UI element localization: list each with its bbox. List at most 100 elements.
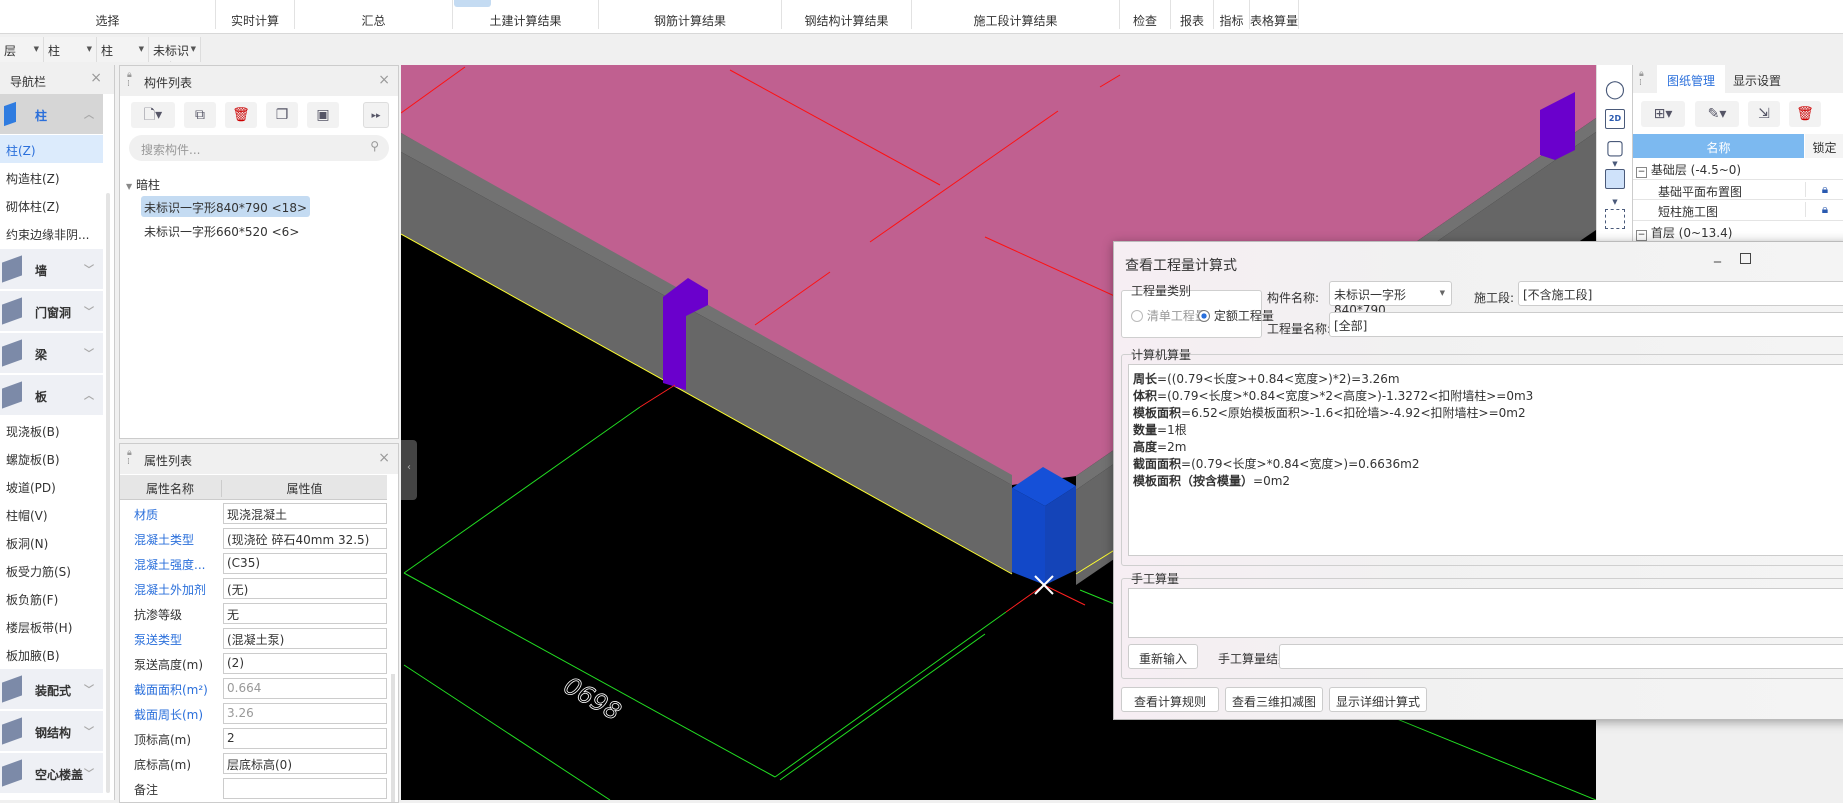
- ribbon-group-check[interactable]: 检查: [1120, 0, 1171, 29]
- tree-node-floor[interactable]: − 基础层 (-4.5~0): [1636, 161, 1741, 178]
- property-value[interactable]: (C35): [223, 553, 387, 574]
- formula-text-area[interactable]: 周长=((0.79<长度>+0.84<宽度>)*2)=3.26m 体积=(0.79…: [1128, 364, 1843, 556]
- copy-icon[interactable]: ⧉: [184, 102, 216, 128]
- 2d-view-button[interactable]: 2D: [1605, 109, 1625, 129]
- ribbon-group-table-calc[interactable]: 表格算量: [1250, 0, 1299, 29]
- ribbon-group-summary[interactable]: 汇总: [295, 0, 453, 29]
- property-row[interactable]: 泵送类型 (混凝土泵): [120, 626, 387, 651]
- ribbon-group-realtime-calc[interactable]: 实时计算: [216, 0, 295, 29]
- property-value[interactable]: (2): [223, 653, 387, 674]
- manual-result-field[interactable]: [1279, 644, 1843, 669]
- ribbon-group-rebar-results[interactable]: 钢筋计算结果: [599, 0, 782, 29]
- close-icon[interactable]: ×: [378, 72, 390, 88]
- more-icon[interactable]: ▸▸: [363, 102, 389, 128]
- save-template-icon[interactable]: ▣: [307, 102, 339, 128]
- import-drawing-icon[interactable]: ⇲: [1748, 101, 1780, 127]
- nav-category-wall[interactable]: 墙 ﹀: [0, 249, 103, 289]
- view-3d-deduction-button[interactable]: 查看三维扣减图: [1225, 687, 1323, 712]
- 3d-box-icon[interactable]: ▢: [1599, 135, 1631, 159]
- property-value[interactable]: 3.26: [223, 703, 387, 724]
- nav-item-constructional-column[interactable]: 构造柱(Z): [0, 163, 103, 191]
- tree-group-hidden-column[interactable]: ▼ 暗柱: [126, 176, 160, 193]
- property-row[interactable]: 抗渗等级 无: [120, 601, 387, 626]
- nav-item-masonry-column[interactable]: 砌体柱(Z): [0, 191, 103, 219]
- collapse-icon[interactable]: −: [1636, 167, 1647, 178]
- orbit-icon[interactable]: ◯: [1599, 79, 1631, 100]
- property-value[interactable]: (混凝土泵): [223, 628, 387, 649]
- 3d-solid-icon[interactable]: [1605, 169, 1625, 189]
- property-value[interactable]: 2: [223, 728, 387, 749]
- property-value[interactable]: (无): [223, 578, 387, 599]
- maximize-icon[interactable]: [1740, 253, 1751, 264]
- nav-category-hollow-floor[interactable]: 空心楼盖 ﹀: [0, 753, 103, 793]
- ribbon-group-report[interactable]: 报表: [1171, 0, 1214, 29]
- nav-item-slab-neg-rebar[interactable]: 板负筋(F): [0, 584, 103, 612]
- nav-item-slab-haunch[interactable]: 板加腋(B): [0, 640, 103, 668]
- nav-category-slab[interactable]: 板 ︿: [0, 375, 103, 415]
- property-scrollbar[interactable]: [391, 674, 395, 802]
- nav-item-column[interactable]: 柱(Z): [0, 135, 103, 163]
- ribbon-group-steel-results[interactable]: 钢结构计算结果: [782, 0, 912, 29]
- property-row[interactable]: 底标高(m) 层底标高(0): [120, 751, 387, 776]
- nav-item-slab-hole[interactable]: 板洞(N): [0, 528, 103, 556]
- collapse-icon[interactable]: −: [1636, 230, 1647, 241]
- component-item[interactable]: 未标识一字形840*790 <18>: [141, 196, 311, 217]
- nav-item-ramp[interactable]: 坡道(PD): [0, 472, 103, 500]
- tree-node-floor[interactable]: − 首层 (0~13.4): [1636, 224, 1732, 241]
- close-icon[interactable]: ×: [378, 450, 390, 466]
- property-value[interactable]: [223, 778, 387, 799]
- lock-icon[interactable]: 🔒︎: [1805, 182, 1843, 197]
- property-row[interactable]: 混凝土类型 (现浇砼 碎石40mm 32.5): [120, 526, 387, 551]
- nav-item-spiral-slab[interactable]: 螺旋板(B): [0, 444, 103, 472]
- quantity-name-field[interactable]: [全部]: [1329, 312, 1843, 337]
- tab-drawing-management[interactable]: 图纸管理: [1657, 65, 1725, 93]
- edit-drawing-button[interactable]: ✎▾: [1695, 101, 1739, 127]
- floor-select[interactable]: 层 ▼: [0, 37, 44, 62]
- property-row[interactable]: 截面面积(m²) 0.664: [120, 676, 387, 701]
- search-input[interactable]: 搜索构件... ⚲: [129, 135, 389, 161]
- property-row[interactable]: 混凝土外加剂 (无): [120, 576, 387, 601]
- nav-item-slab-rebar[interactable]: 板受力筋(S): [0, 556, 103, 584]
- component-name-select[interactable]: 未标识一字形840*790 ▼: [1329, 281, 1452, 317]
- lock-icon[interactable]: 🔒︎ ⁞: [127, 449, 132, 467]
- lock-icon[interactable]: 🔒︎: [1805, 202, 1843, 217]
- lock-icon[interactable]: 🔒︎ ⁞: [127, 71, 132, 89]
- tree-row[interactable]: 基础平面布置图 🔒︎: [1633, 179, 1843, 200]
- tab-display-settings[interactable]: 显示设置: [1733, 72, 1781, 89]
- tree-row[interactable]: 短柱施工图 🔒︎: [1633, 200, 1843, 221]
- ribbon-group-index[interactable]: 指标: [1214, 0, 1250, 29]
- property-row[interactable]: 顶标高(m) 2: [120, 726, 387, 751]
- property-row[interactable]: 材质 现浇混凝土: [120, 501, 387, 526]
- radio-quota-quantity[interactable]: 定额工程量: [1198, 307, 1274, 324]
- radio-bill-quantity[interactable]: 清单工程量: [1131, 307, 1207, 324]
- delete-icon[interactable]: 🗑︎: [225, 102, 257, 128]
- duplicate-icon[interactable]: ❐: [266, 102, 298, 128]
- reinput-button[interactable]: 重新输入: [1128, 644, 1198, 669]
- property-value[interactable]: (现浇砼 碎石40mm 32.5): [223, 528, 387, 549]
- property-value[interactable]: 层底标高(0): [223, 753, 387, 774]
- nav-item-slab[interactable]: 现浇板(B): [0, 416, 103, 444]
- nav-item-boundary-column[interactable]: 约束边缘非阴...: [0, 219, 103, 247]
- nav-category-door-window[interactable]: 门窗洞 ﹀: [0, 291, 103, 331]
- nav-category-prefab[interactable]: 装配式 ﹀: [0, 669, 103, 709]
- property-row[interactable]: 截面周长(m) 3.26: [120, 701, 387, 726]
- property-value[interactable]: 0.664: [223, 678, 387, 699]
- lock-icon[interactable]: 🔒︎ ⁞: [1639, 70, 1644, 88]
- property-value[interactable]: 现浇混凝土: [223, 503, 387, 524]
- property-row[interactable]: 混凝土强度... (C35): [120, 551, 387, 576]
- add-drawing-button[interactable]: ⊞▾: [1641, 101, 1685, 127]
- property-row[interactable]: 备注: [120, 776, 387, 801]
- view-calc-rules-button[interactable]: 查看计算规则: [1121, 687, 1219, 712]
- nav-item-floor-band[interactable]: 楼层板带(H): [0, 612, 103, 640]
- ribbon-group-civil-results[interactable]: 土建计算结果: [453, 0, 599, 29]
- show-detailed-formula-button[interactable]: 显示详细计算式: [1329, 687, 1427, 712]
- segment-field[interactable]: [不含施工段]: [1518, 281, 1843, 306]
- component-select[interactable]: 未标识一字形84▼: [149, 37, 201, 62]
- ribbon-group-select[interactable]: 选择: [0, 0, 216, 29]
- component-item[interactable]: 未标识一字形660*520 <6>: [141, 220, 302, 241]
- fit-view-icon[interactable]: [1605, 209, 1625, 229]
- subtype-select[interactable]: 柱 ▼: [97, 37, 149, 62]
- chevron-down-icon[interactable]: ▼: [1599, 198, 1631, 206]
- collapse-panel-handle[interactable]: ‹: [401, 440, 417, 500]
- minimize-icon[interactable]: _: [1714, 247, 1721, 263]
